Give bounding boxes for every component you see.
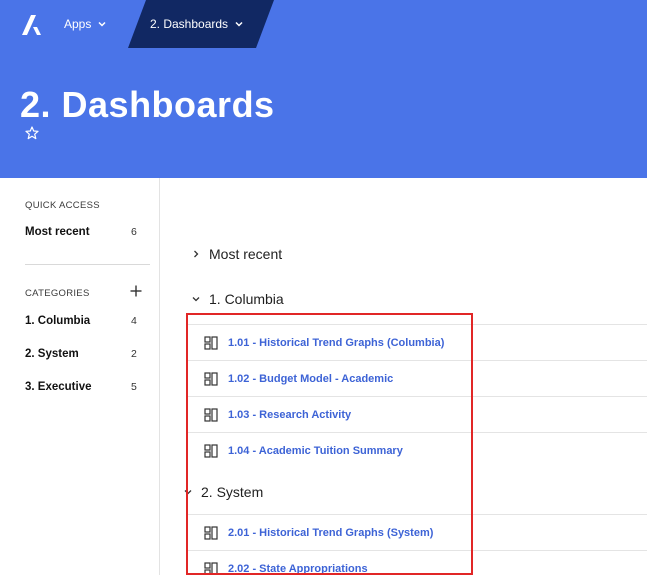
dashboard-icon <box>204 335 218 350</box>
dashboard-link-title: 1.02 - Budget Model - Academic <box>228 372 394 385</box>
sidebar-item-label: 3. Executive <box>25 381 92 393</box>
dashboard-link-1-04[interactable]: 1.04 - Academic Tuition Summary <box>186 432 647 468</box>
sidebar: QUICK ACCESS Most recent 6 CATEGORIES 1.… <box>0 178 160 575</box>
breadcrumb-dashboards-button[interactable]: 2. Dashboards <box>150 0 244 48</box>
dashboard-link-2-01[interactable]: 2.01 - Historical Trend Graphs (System) <box>186 514 647 550</box>
sidebar-item-columbia[interactable]: 1. Columbia 4 <box>25 312 143 330</box>
chevron-down-icon <box>184 490 192 495</box>
chevron-down-icon <box>98 21 106 27</box>
sidebar-item-most-recent[interactable]: Most recent 6 <box>25 223 143 241</box>
dashboard-link-1-03[interactable]: 1.03 - Research Activity <box>186 396 647 432</box>
sidebar-item-label: Most recent <box>25 226 90 238</box>
group-header-label: 2. System <box>201 484 264 500</box>
dashboard-link-title: 2.02 - State Appropriations <box>228 562 368 575</box>
dashboard-icon <box>204 407 218 422</box>
plus-icon[interactable] <box>129 284 143 298</box>
sidebar-item-label: 1. Columbia <box>25 315 91 327</box>
dashboard-link-1-01[interactable]: 1.01 - Historical Trend Graphs (Columbia… <box>186 324 647 360</box>
group-header-system[interactable]: 2. System <box>183 481 263 503</box>
app-header: Apps 2. Dashboards 2. Dashboards <box>0 0 647 178</box>
sidebar-item-executive[interactable]: 3. Executive 5 <box>25 378 143 396</box>
sidebar-item-count: 4 <box>131 315 137 327</box>
sidebar-item-count: 2 <box>131 348 137 360</box>
dashboard-icon <box>204 371 218 386</box>
dashboard-link-title: 2.01 - Historical Trend Graphs (System) <box>228 526 434 539</box>
dashboard-icon <box>204 443 218 458</box>
dashboard-list: Most recent 1. Columbia 1.01 - Historica… <box>161 178 647 575</box>
chevron-down-icon <box>192 297 200 302</box>
categories-heading: CATEGORIES <box>25 288 90 299</box>
sidebar-item-system[interactable]: 2. System 2 <box>25 345 143 363</box>
dashboard-link-2-02[interactable]: 2.02 - State Appropriations <box>186 550 647 575</box>
dashboard-icon <box>204 525 218 540</box>
quick-access-heading: QUICK ACCESS <box>25 200 100 211</box>
dashboard-link-title: 1.01 - Historical Trend Graphs (Columbia… <box>228 336 445 349</box>
sidebar-item-count: 6 <box>131 226 137 238</box>
apps-menu-button[interactable]: Apps <box>64 0 107 48</box>
dashboard-link-1-02[interactable]: 1.02 - Budget Model - Academic <box>186 360 647 396</box>
sidebar-item-count: 5 <box>131 381 137 393</box>
sidebar-divider <box>25 264 150 265</box>
dashboard-link-title: 1.03 - Research Activity <box>228 408 352 421</box>
logo-icon[interactable] <box>22 15 46 35</box>
dashboard-icon <box>204 561 218 575</box>
chevron-down-icon <box>235 21 243 27</box>
group-header-label: Most recent <box>209 246 283 262</box>
group-header-label: 1. Columbia <box>209 291 284 307</box>
breadcrumb-label: 2. Dashboards <box>150 17 229 31</box>
sidebar-item-label: 2. System <box>25 348 79 360</box>
apps-menu-label: Apps <box>64 17 92 31</box>
chevron-right-icon <box>194 250 199 258</box>
group-header-columbia[interactable]: 1. Columbia <box>191 288 284 310</box>
dashboard-link-title: 1.04 - Academic Tuition Summary <box>228 444 403 457</box>
top-navigation-bar: Apps 2. Dashboards <box>0 0 647 48</box>
page-title: 2. Dashboards <box>20 84 275 125</box>
star-outline-icon[interactable] <box>25 126 39 140</box>
group-header-most-recent[interactable]: Most recent <box>191 243 282 265</box>
